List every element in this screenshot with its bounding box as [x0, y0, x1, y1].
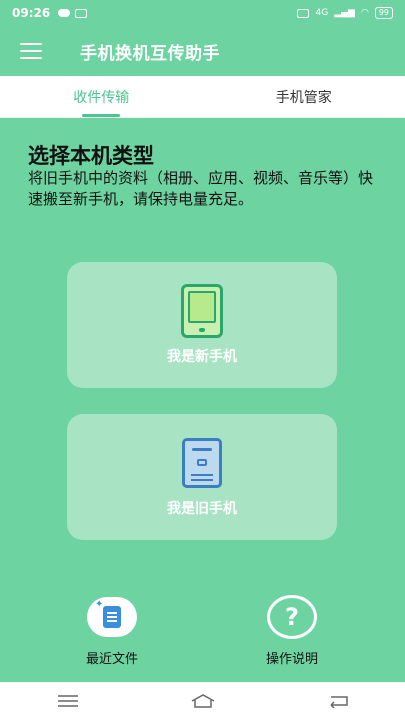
new-phone-card[interactable]: 我是新手机 [67, 262, 337, 388]
battery-icon: 99 [374, 7, 393, 19]
status-bar: 09:26 4G ▂▄▆ ◠ 99 [0, 0, 405, 26]
help-icon: ? [267, 595, 317, 639]
page-title: 选择本机类型 [28, 144, 154, 168]
tab-phone-manager[interactable]: 手机管家 [203, 76, 405, 117]
hd-icon [297, 8, 310, 18]
nav-menu-icon[interactable] [54, 691, 82, 711]
system-nav-bar [0, 682, 405, 720]
status-time: 09:26 [12, 6, 51, 20]
recent-files-label: 最近文件 [85, 652, 138, 667]
recent-files-icon: ✦ [87, 597, 137, 637]
recent-files-button[interactable]: ✦ 最近文件 [72, 596, 152, 667]
menu-icon[interactable] [20, 43, 42, 59]
nav-home-icon[interactable] [189, 691, 217, 711]
old-phone-label: 我是旧手机 [167, 501, 237, 517]
wifi-icon: ◠ [360, 8, 369, 18]
tab-receive-transfer[interactable]: 收件传输 [0, 76, 203, 117]
app-title: 手机换机互传助手 [80, 43, 220, 64]
network-label: 4G [315, 8, 329, 18]
tablet-icon [181, 284, 223, 338]
signal-icon: ▂▄▆ [334, 8, 355, 18]
nav-back-icon[interactable] [324, 691, 352, 711]
page-description: 将旧手机中的资料（相册、应用、视频、音乐等）快速搬至新手机，请保持电量充足。 [28, 169, 374, 208]
new-phone-label: 我是新手机 [167, 349, 237, 365]
notification-icon [75, 8, 88, 18]
app-header: 手机换机互传助手 [0, 26, 405, 76]
old-phone-card[interactable]: 我是旧手机 [67, 414, 337, 540]
old-phone-icon [182, 438, 222, 488]
instructions-label: 操作说明 [265, 652, 318, 667]
tab-bar: 收件传输 手机管家 [0, 76, 405, 118]
cloud-icon [58, 9, 71, 17]
instructions-button[interactable]: ? 操作说明 [252, 595, 332, 667]
